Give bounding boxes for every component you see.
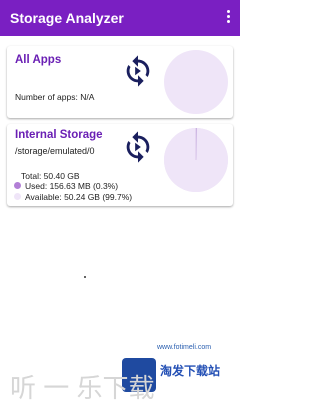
sync-icon[interactable] [121, 130, 155, 164]
storage-pie-chart [164, 127, 228, 192]
internal-storage-card[interactable]: Internal Storage /storage/emulated/0 Tot… [7, 124, 233, 206]
used-legend-dot [14, 182, 21, 189]
apps-count: Number of apps: N/A [15, 92, 95, 102]
stray-dot [84, 276, 86, 278]
app-title: Storage Analyzer [10, 10, 124, 26]
available-legend-dot [14, 193, 21, 200]
used-label: Used: 156.63 MB (0.3%) [25, 181, 119, 191]
all-apps-card[interactable]: All Apps Number of apps: N/A [7, 46, 233, 118]
storage-path: /storage/emulated/0 [15, 146, 95, 156]
sync-icon[interactable] [121, 54, 155, 88]
internal-storage-title: Internal Storage [15, 129, 103, 141]
storage-pie-svg [164, 127, 228, 192]
all-apps-title: All Apps [15, 54, 62, 66]
watermark-faded-text: 听 一 乐下载 [10, 373, 155, 403]
watermark-site: www.fotimeli.com [157, 344, 212, 351]
app-bar: Storage Analyzer [0, 0, 240, 36]
watermark-logo-text: 淘发下载站 [160, 364, 221, 378]
total-label: Total: 50.40 GB [21, 171, 80, 181]
apps-pie-chart [164, 50, 228, 114]
more-vert-icon[interactable] [224, 10, 232, 26]
watermark: www.fotimeli.com 淘发下载站 听 一 乐下载 [0, 340, 240, 403]
available-label: Available: 50.24 GB (99.7%) [25, 192, 133, 202]
